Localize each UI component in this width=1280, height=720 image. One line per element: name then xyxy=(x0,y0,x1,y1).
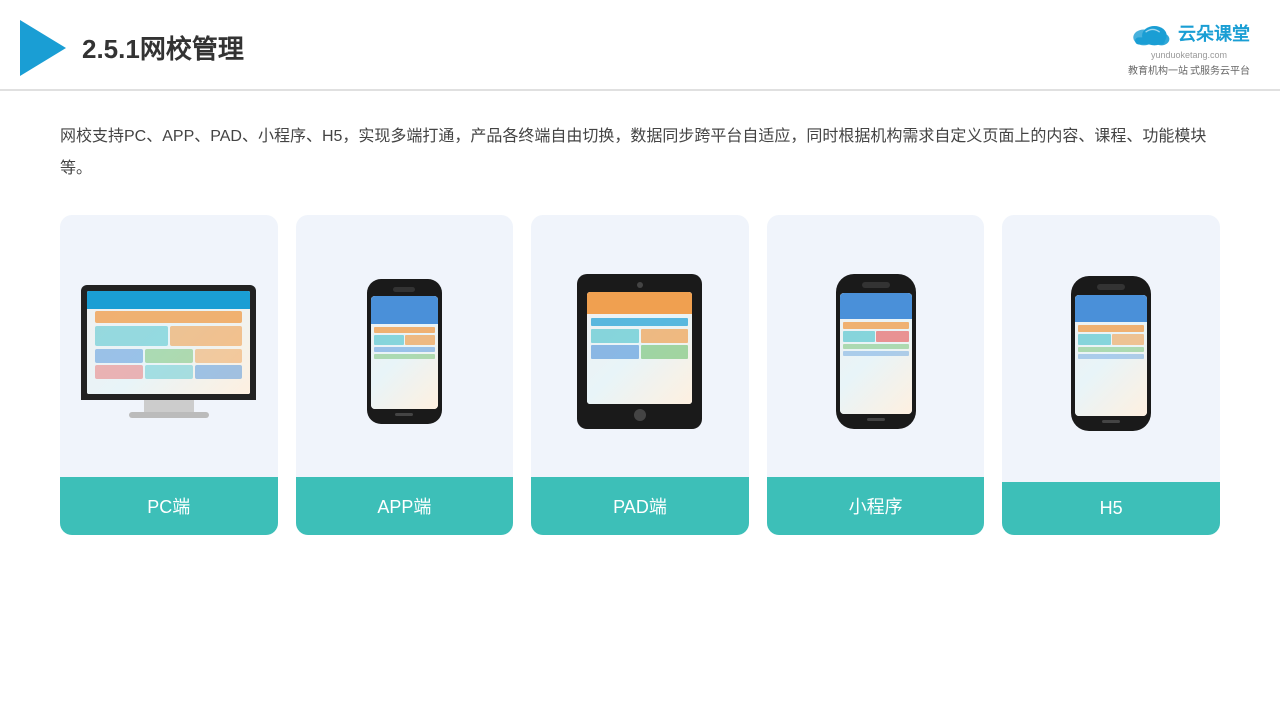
card-pc: PC端 xyxy=(60,215,278,535)
cards-container: PC端 xyxy=(60,215,1220,535)
pad-tablet-icon xyxy=(577,274,702,429)
main-content: 网校支持PC、APP、PAD、小程序、H5，实现多端打通，产品各终端自由切换，数… xyxy=(0,91,1280,555)
card-pc-label: PC端 xyxy=(60,477,278,535)
app-phone-icon xyxy=(367,279,442,424)
card-h5-image-area xyxy=(1002,215,1220,482)
description-text: 网校支持PC、APP、PAD、小程序、H5，实现多端打通，产品各终端自由切换，数… xyxy=(60,121,1220,185)
card-miniapp-image-area xyxy=(767,215,985,477)
phone-notch xyxy=(393,287,415,292)
card-pad: PAD端 xyxy=(531,215,749,535)
card-miniapp: 小程序 xyxy=(767,215,985,535)
card-app: APP端 xyxy=(296,215,514,535)
phone-home-indicator xyxy=(395,413,413,416)
phone-notch2 xyxy=(862,282,890,288)
monitor-base xyxy=(129,412,209,418)
brand-name: 云朵课堂 xyxy=(1178,20,1250,46)
card-pad-image-area xyxy=(531,215,749,477)
monitor-frame xyxy=(81,285,256,400)
monitor-screen xyxy=(87,291,250,394)
brand-url: yunduoketang.com xyxy=(1151,50,1227,60)
pc-monitor-icon xyxy=(81,285,256,418)
card-h5: H5 xyxy=(1002,215,1220,535)
tablet-home-button xyxy=(634,409,646,421)
card-app-label: APP端 xyxy=(296,477,514,535)
miniapp-phone-icon xyxy=(836,274,916,429)
phone-screen xyxy=(371,296,438,409)
card-pc-image-area xyxy=(60,215,278,477)
card-miniapp-label: 小程序 xyxy=(767,477,985,535)
phone-home2 xyxy=(867,418,885,421)
card-pad-label: PAD端 xyxy=(531,477,749,535)
cloud-icon xyxy=(1128,18,1172,48)
h5-phone-screen xyxy=(1075,295,1147,416)
tablet-camera xyxy=(637,282,643,288)
card-app-image-area xyxy=(296,215,514,477)
brand-logo: 云朵课堂 xyxy=(1128,18,1250,48)
brand-area: 云朵课堂 yunduoketang.com 教育机构一站 式服务云平台 xyxy=(1128,18,1250,77)
monitor-stand xyxy=(144,400,194,412)
phone-home3 xyxy=(1102,420,1120,423)
page-title: 2.5.1网校管理 xyxy=(82,29,244,66)
brand-tagline2: 式服务云平台 xyxy=(1190,62,1250,77)
miniapp-phone-screen xyxy=(840,293,912,414)
tablet-screen xyxy=(587,292,692,404)
brand-tagline: 教育机构一站 xyxy=(1128,62,1188,77)
card-h5-label: H5 xyxy=(1002,482,1220,535)
header-left: 2.5.1网校管理 xyxy=(20,20,244,76)
header: 2.5.1网校管理 云朵课堂 yunduoketang.com 教育机构一站 式… xyxy=(0,0,1280,91)
h5-phone-icon xyxy=(1071,276,1151,431)
logo-triangle-icon xyxy=(20,20,66,76)
phone-notch3 xyxy=(1097,284,1125,290)
